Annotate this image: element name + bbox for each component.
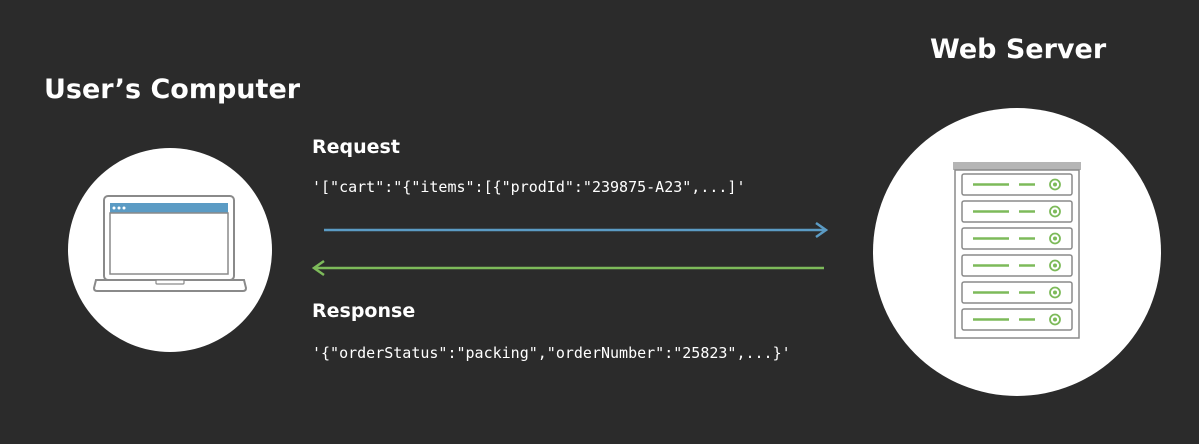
response-arrow xyxy=(311,259,824,277)
server-power-dot xyxy=(1053,209,1057,214)
request-payload: '["cart":"{"items":[{"prodId":"239875-A2… xyxy=(312,178,746,196)
rack-top xyxy=(953,162,1081,170)
arrows xyxy=(311,221,829,277)
user-computer-circle xyxy=(68,148,272,352)
server-power-dot xyxy=(1053,263,1057,268)
user-computer-title: User’s Computer xyxy=(44,74,301,105)
server-power-dot xyxy=(1053,317,1057,322)
server-power-dot xyxy=(1053,236,1057,241)
request-arrow xyxy=(324,221,829,239)
laptop-icon xyxy=(92,195,248,292)
response-label: Response xyxy=(312,300,416,322)
server-power-dot xyxy=(1053,290,1057,295)
server-rack-icon xyxy=(953,162,1081,339)
request-label: Request xyxy=(312,136,400,158)
web-server-circle xyxy=(873,108,1161,396)
web-server-title: Web Server xyxy=(930,34,1107,65)
server-power-dot xyxy=(1053,182,1057,187)
response-payload: '{"orderStatus":"packing","orderNumber":… xyxy=(312,344,791,362)
